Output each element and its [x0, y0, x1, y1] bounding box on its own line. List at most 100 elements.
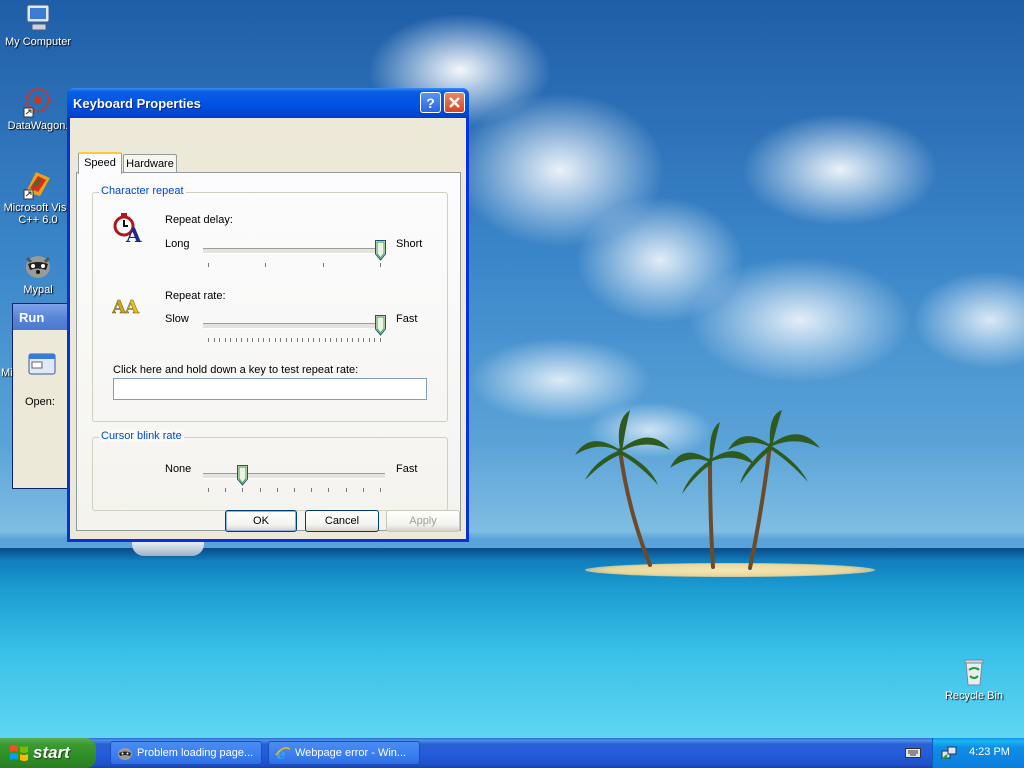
tab-speed[interactable]: Speed — [78, 152, 122, 174]
slider-tick — [380, 338, 381, 342]
repeat-delay-max-label: Short — [396, 238, 423, 250]
start-button[interactable]: start — [0, 738, 96, 768]
cursor-blink-max-label: Fast — [396, 463, 418, 475]
slider-tick — [265, 263, 267, 267]
repeat-rate-min-label: Slow — [165, 313, 189, 325]
slider-tick — [296, 338, 298, 342]
close-button[interactable] — [444, 92, 465, 113]
dialog-title-bar[interactable]: Keyboard Properties ? — [67, 88, 469, 118]
start-label: start — [33, 743, 70, 762]
slider-tick — [213, 338, 215, 342]
slider-track[interactable] — [203, 248, 385, 254]
windows-logo-icon — [10, 745, 28, 761]
slider-tick — [246, 338, 248, 342]
slider-tick — [363, 338, 365, 342]
slider-tick — [318, 338, 320, 342]
slider-tick — [257, 338, 259, 342]
boat — [132, 542, 204, 556]
slider-tick — [242, 488, 244, 492]
repeat-rate-icon: AA — [111, 291, 148, 322]
slider-tick — [313, 338, 315, 342]
svg-text:A: A — [124, 297, 140, 318]
slider-thumb[interactable] — [237, 465, 249, 486]
slider-tick — [269, 338, 271, 342]
repeat-rate-max-label: Fast — [396, 313, 418, 325]
character-repeat-group: Character repeat A Repeat delay: Long Sh… — [92, 185, 448, 422]
dialog-title: Keyboard Properties — [73, 96, 201, 111]
slider-tick — [208, 488, 209, 492]
slider-tick — [368, 338, 370, 342]
desktop-icon-label: My Computer — [4, 36, 72, 48]
slider-tick — [330, 338, 332, 342]
slider-tick — [352, 338, 354, 342]
repeat-delay-min-label: Long — [165, 238, 190, 250]
slider-tick — [259, 488, 261, 492]
taskbar-button-webpage-error[interactable]: e Webpage error - Win... — [268, 741, 420, 765]
slider-tick — [362, 488, 364, 492]
slider-tick — [335, 338, 337, 342]
slider-thumb[interactable] — [375, 315, 386, 336]
character-repeat-legend: Character repeat — [99, 185, 186, 197]
repeat-delay-label: Repeat delay: — [165, 214, 233, 226]
slider-tick — [328, 488, 330, 492]
slider-tick — [225, 488, 227, 492]
dialog-body: Speed Hardware Character repeat A Repeat… — [70, 118, 466, 539]
slider-track[interactable] — [203, 323, 385, 329]
cursor-blink-slider[interactable] — [203, 458, 385, 494]
system-tray: 4:23 PM — [932, 738, 1024, 768]
partial-icon-label: Mi — [1, 367, 13, 379]
slider-tick — [241, 338, 243, 342]
desktop-icon-recycle-bin[interactable]: Recycle Bin — [934, 656, 1014, 702]
repeat-rate-label: Repeat rate: — [165, 290, 226, 302]
slider-tick — [380, 263, 381, 267]
run-icon — [25, 352, 59, 381]
help-button[interactable]: ? — [420, 92, 441, 113]
slider-tick — [291, 338, 293, 342]
slider-track[interactable] — [203, 473, 385, 479]
cursor-blink-min-label: None — [165, 463, 192, 475]
taskbar-button-label: Problem loading page... — [137, 747, 254, 759]
slider-tick — [208, 263, 209, 267]
sea — [0, 548, 1024, 738]
test-repeat-label: Click here and hold down a key to test r… — [113, 364, 359, 376]
clock: 4:23 PM — [969, 746, 1010, 758]
slider-tick — [235, 338, 237, 342]
test-repeat-input[interactable] — [113, 378, 427, 400]
slider-tick — [276, 488, 278, 492]
cancel-button[interactable]: Cancel — [305, 510, 379, 532]
slider-tick — [345, 488, 347, 492]
run-open-label: Open: — [25, 396, 55, 408]
apply-button[interactable]: Apply — [386, 510, 460, 532]
ok-button[interactable]: OK — [225, 510, 297, 532]
slider-tick — [280, 338, 282, 342]
taskbar-button-problem-loading[interactable]: Problem loading page... — [110, 741, 262, 765]
datawagon-icon — [22, 86, 54, 118]
keyboard-icon[interactable] — [905, 747, 921, 759]
slider-tick — [346, 338, 348, 342]
taskbar-button-label: Webpage error - Win... — [295, 747, 407, 759]
taskbar: start Problem loading page... e Webpage … — [0, 738, 1024, 768]
slider-tick — [252, 338, 254, 342]
recycle-bin-icon — [958, 656, 990, 688]
visual-cpp-icon — [22, 168, 54, 200]
slider-tick — [311, 488, 313, 492]
keyboard-properties-dialog[interactable]: Keyboard Properties ? Speed Hardware Cha… — [67, 88, 469, 542]
slider-tick — [341, 338, 343, 342]
slider-tick — [208, 338, 209, 342]
my-computer-icon — [22, 2, 54, 34]
desktop-icon-my-computer[interactable]: My Computer — [0, 2, 78, 48]
slider-thumb[interactable] — [375, 240, 386, 261]
repeat-delay-slider[interactable] — [203, 233, 386, 269]
speed-tab-panel: Character repeat A Repeat delay: Long Sh… — [76, 172, 461, 531]
slider-tick — [219, 338, 221, 342]
palm-trees — [575, 410, 820, 570]
repeat-rate-slider[interactable] — [203, 308, 386, 344]
cursor-blink-preview — [133, 462, 134, 476]
mypal-raccoon-icon — [118, 748, 132, 760]
slider-tick — [230, 338, 232, 342]
tab-hardware[interactable]: Hardware — [123, 154, 177, 174]
network-icon[interactable] — [941, 745, 957, 761]
mypal-raccoon-icon — [22, 250, 54, 282]
slider-tick — [224, 338, 226, 342]
slider-tick — [374, 338, 376, 342]
